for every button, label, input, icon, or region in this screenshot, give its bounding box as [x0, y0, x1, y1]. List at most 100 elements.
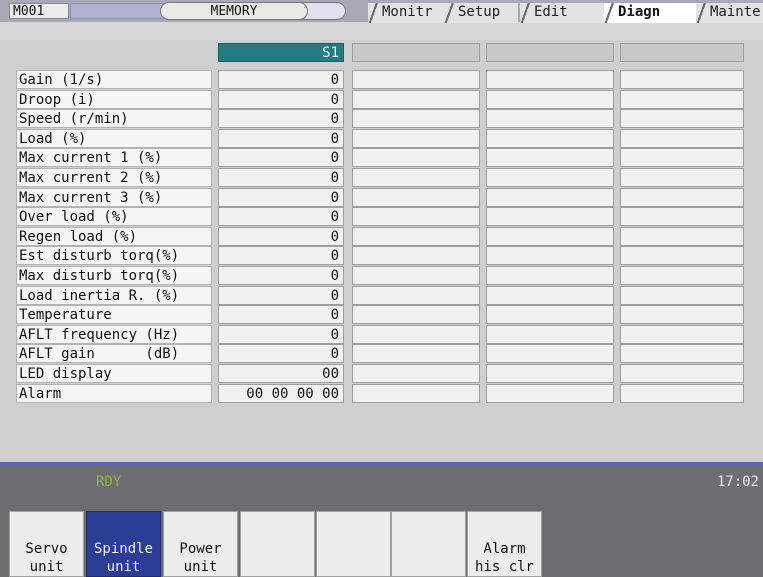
- cnc-screen: M001 MEMORY Monitr Setup Edit Diagn Main…: [0, 0, 763, 577]
- row-value-s1: 00: [218, 364, 344, 383]
- row-cell-3: [486, 70, 614, 89]
- column-header-4: [620, 43, 744, 62]
- softkey-empty-5[interactable]: [316, 511, 391, 577]
- row-cell-3: [486, 128, 614, 148]
- row-cell-3: [486, 246, 614, 266]
- row-value-s1: 0: [218, 305, 344, 325]
- row-cell-3: [486, 344, 614, 364]
- row-value-s1: 0: [218, 168, 344, 187]
- row-cell-4: [620, 364, 744, 383]
- row-cell-4: [620, 285, 744, 305]
- row-cell-4: [620, 109, 744, 129]
- row-value-s1: 0: [218, 128, 344, 148]
- row-cell-4: [620, 344, 744, 364]
- row-label: Regen load (%): [16, 226, 212, 246]
- row-cell-3: [486, 383, 614, 403]
- mode-indicator-bar: [70, 3, 168, 19]
- row-cell-2: [352, 128, 480, 148]
- row-value-s1: 00 00 00 00: [218, 383, 344, 403]
- softkey-spindle-unit[interactable]: Spindle unit: [86, 511, 161, 577]
- row-label: AFLT gain (dB): [16, 344, 212, 364]
- row-cell-2: [352, 148, 480, 168]
- row-label: Droop (i): [16, 89, 212, 109]
- softkey-empty-6[interactable]: [391, 511, 466, 577]
- row-cell-2: [352, 266, 480, 285]
- row-label: Max current 2 (%): [16, 168, 212, 187]
- row-value-s1: 0: [218, 89, 344, 109]
- row-cell-2: [352, 187, 480, 207]
- row-cell-2: [352, 246, 480, 266]
- tab-setup[interactable]: Setup: [444, 3, 518, 23]
- row-cell-4: [620, 187, 744, 207]
- row-cell-3: [486, 148, 614, 168]
- row-label: Max current 3 (%): [16, 187, 212, 207]
- row-label: Alarm: [16, 383, 212, 403]
- ready-status: RDY: [96, 474, 122, 490]
- row-cell-3: [486, 364, 614, 383]
- row-cell-3: [486, 226, 614, 246]
- tab-diagn[interactable]: Diagn: [604, 3, 698, 23]
- row-cell-3: [486, 89, 614, 109]
- row-cell-2: [352, 285, 480, 305]
- row-cell-2: [352, 305, 480, 325]
- status-bar: RDY 17:02: [0, 465, 763, 505]
- row-cell-3: [486, 187, 614, 207]
- softkey-alarm-his-clr[interactable]: Alarm his clr: [467, 511, 542, 577]
- row-label: AFLT frequency (Hz): [16, 324, 212, 344]
- row-value-s1: 0: [218, 226, 344, 246]
- row-cell-2: [352, 109, 480, 129]
- row-value-s1: 0: [218, 324, 344, 344]
- row-cell-3: [486, 168, 614, 187]
- row-cell-4: [620, 266, 744, 285]
- row-cell-4: [620, 246, 744, 266]
- row-label: Load inertia R. (%): [16, 285, 212, 305]
- row-cell-2: [352, 364, 480, 383]
- row-cell-3: [486, 305, 614, 325]
- column-header-s1: S1: [218, 43, 344, 62]
- header-label-spacer: [16, 43, 212, 62]
- tab-edit[interactable]: Edit: [520, 3, 610, 23]
- row-label: Max disturb torq(%): [16, 266, 212, 285]
- row-cell-2: [352, 324, 480, 344]
- row-cell-4: [620, 148, 744, 168]
- row-label: LED display: [16, 364, 212, 383]
- row-cell-3: [486, 109, 614, 129]
- row-label: Over load (%): [16, 207, 212, 227]
- row-label: Est disturb torq(%): [16, 246, 212, 266]
- row-cell-4: [620, 324, 744, 344]
- row-cell-2: [352, 207, 480, 227]
- column-header-3: [486, 43, 614, 62]
- tab-monitr[interactable]: Monitr: [368, 3, 448, 23]
- softkey-empty-4[interactable]: [240, 511, 315, 577]
- row-value-s1: 0: [218, 207, 344, 227]
- row-label: Temperature: [16, 305, 212, 325]
- row-cell-2: [352, 168, 480, 187]
- row-cell-4: [620, 70, 744, 89]
- row-value-s1: 0: [218, 70, 344, 89]
- row-cell-4: [620, 168, 744, 187]
- row-label: Gain (1/s): [16, 70, 212, 89]
- row-cell-3: [486, 285, 614, 305]
- softkey-servo-unit[interactable]: Servo unit: [9, 511, 84, 577]
- softkey-power-unit[interactable]: Power unit: [163, 511, 238, 577]
- row-value-s1: 0: [218, 285, 344, 305]
- row-cell-4: [620, 226, 744, 246]
- top-bar: M001 MEMORY Monitr Setup Edit Diagn Main…: [0, 0, 763, 40]
- row-cell-4: [620, 207, 744, 227]
- column-header-2: [352, 43, 480, 62]
- row-label: Max current 1 (%): [16, 148, 212, 168]
- row-cell-2: [352, 383, 480, 403]
- tab-mainte[interactable]: Mainte: [696, 3, 763, 23]
- row-value-s1: 0: [218, 187, 344, 207]
- row-cell-3: [486, 324, 614, 344]
- row-cell-4: [620, 89, 744, 109]
- row-cell-2: [352, 70, 480, 89]
- screen-id: M001: [9, 3, 69, 19]
- row-value-s1: 0: [218, 109, 344, 129]
- row-cell-2: [352, 344, 480, 364]
- row-cell-4: [620, 128, 744, 148]
- row-label: Load (%): [16, 128, 212, 148]
- row-cell-3: [486, 207, 614, 227]
- row-value-s1: 0: [218, 266, 344, 285]
- operation-mode: MEMORY: [160, 2, 308, 20]
